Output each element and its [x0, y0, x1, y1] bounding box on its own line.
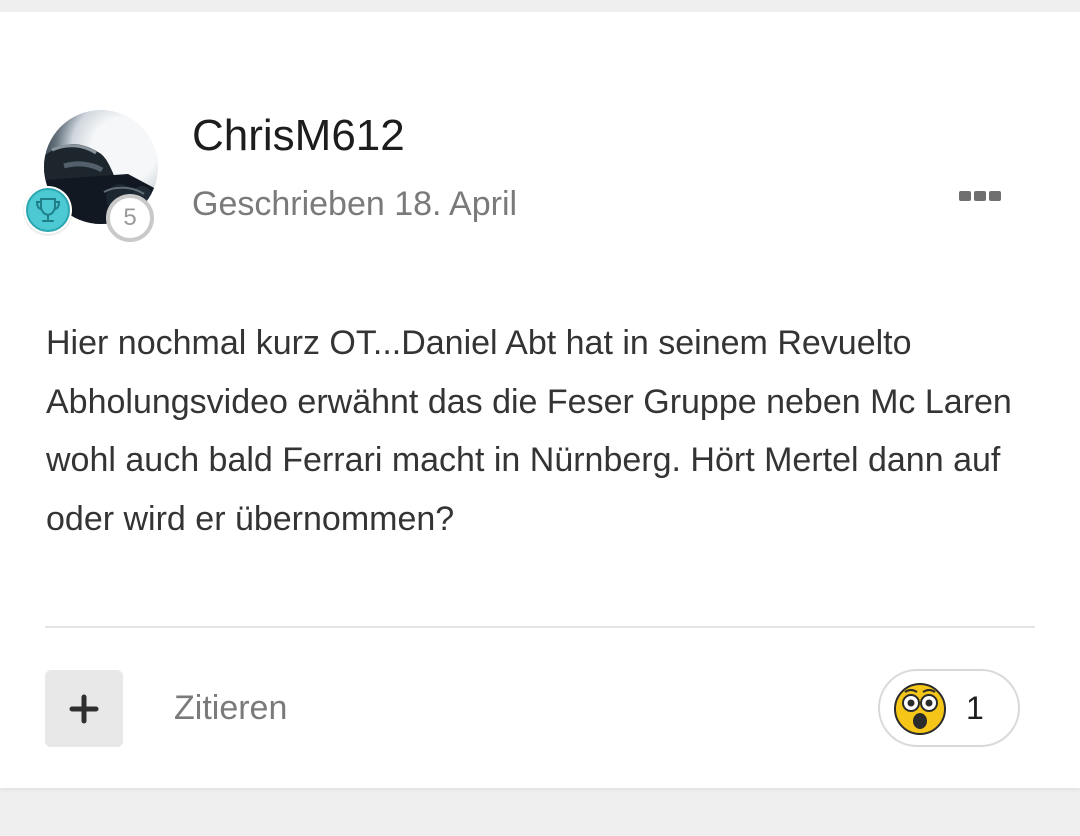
plus-icon [69, 694, 99, 723]
reaction-summary[interactable]: 1 [878, 669, 1020, 747]
more-options-button[interactable] [952, 176, 1008, 216]
post-card: 5 ChrisM612 Geschrieben 18. April Hier n… [0, 12, 1080, 788]
reaction-count: 1 [966, 690, 984, 726]
astonished-emoji-icon [894, 683, 946, 735]
multiquote-button[interactable] [45, 670, 123, 747]
trophy-badge[interactable] [24, 186, 72, 234]
author-avatar-group[interactable]: 5 [24, 110, 160, 242]
post-date[interactable]: Geschrieben 18. April [192, 182, 517, 226]
trophy-icon [26, 188, 70, 232]
quote-button[interactable]: Zitieren [174, 686, 287, 730]
post-content: Hier nochmal kurz OT...Daniel Abt hat in… [46, 324, 1012, 538]
author-name[interactable]: ChrisM612 [192, 110, 405, 162]
more-options-icon [959, 191, 1001, 201]
post-footer-divider [45, 626, 1035, 628]
rank-badge[interactable]: 5 [106, 194, 154, 242]
